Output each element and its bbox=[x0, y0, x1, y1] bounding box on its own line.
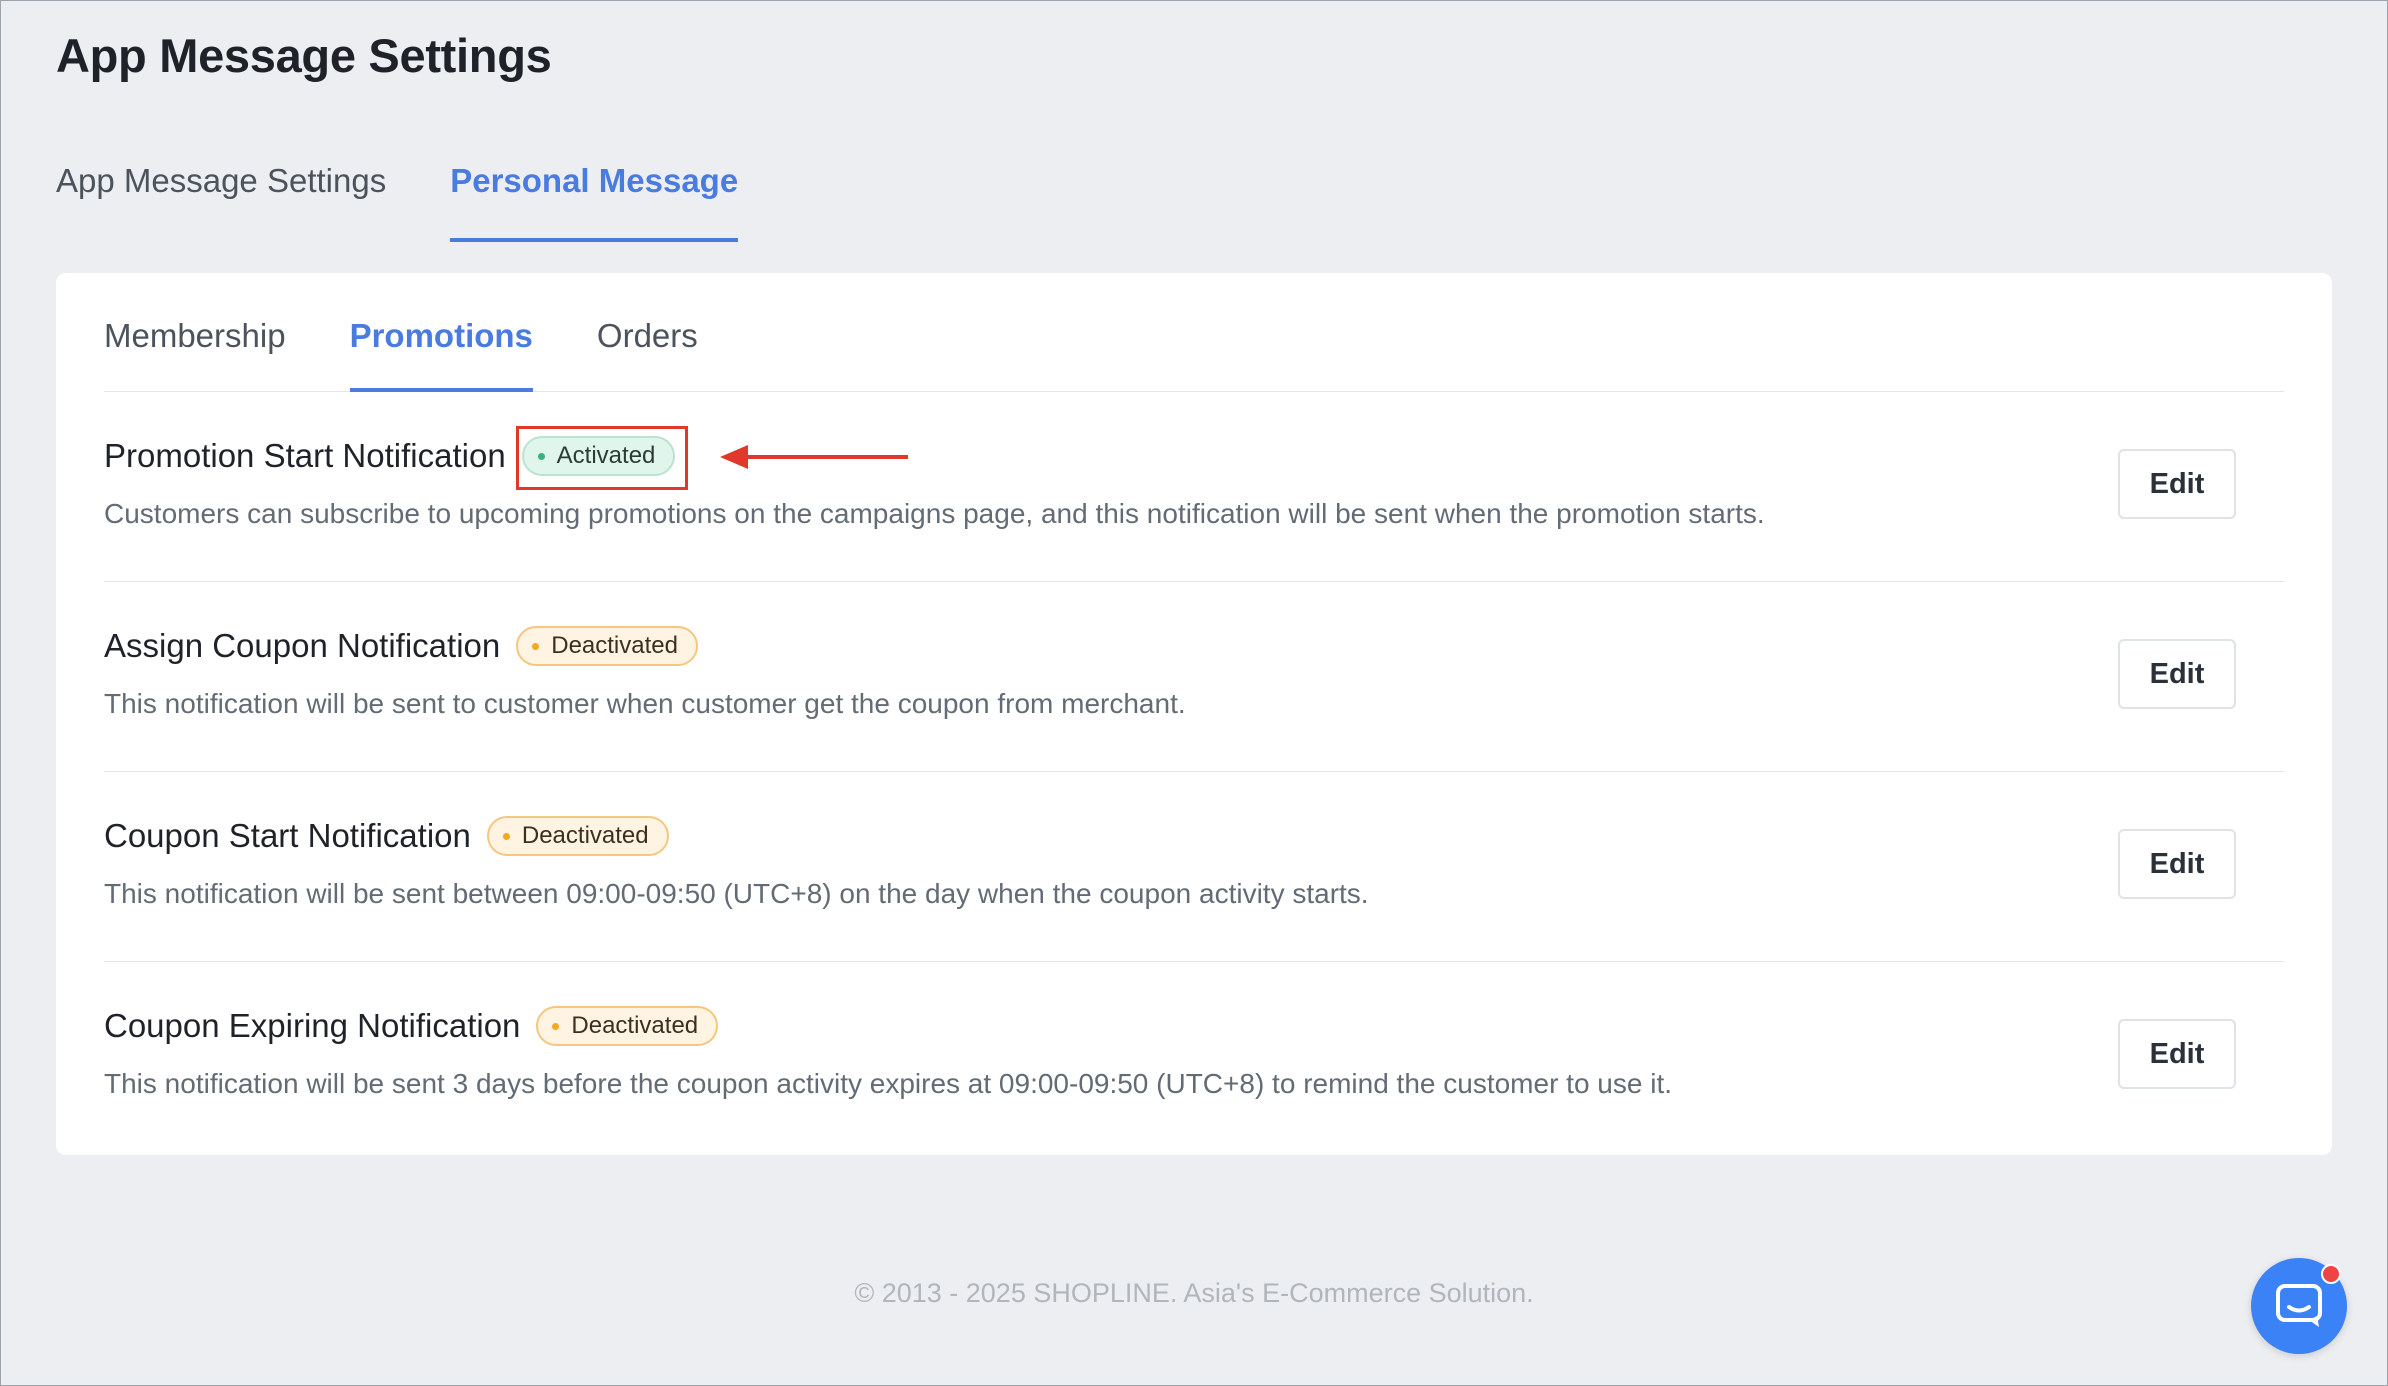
footer-copyright: © 2013 - 2025 SHOPLINE. Asia's E-Commerc… bbox=[854, 1278, 1534, 1308]
status-badge: Deactivated bbox=[536, 1006, 719, 1046]
notification-description: This notification will be sent between 0… bbox=[104, 878, 1369, 909]
notification-title: Promotion Start Notification bbox=[104, 437, 506, 474]
row-header: Assign Coupon Notification Deactivated bbox=[104, 622, 698, 670]
row-header: Coupon Start Notification Deactivated bbox=[104, 812, 669, 860]
top-tab-bar: App Message Settings Personal Message bbox=[56, 158, 802, 242]
sub-tab-bar: Membership Promotions Orders bbox=[104, 313, 2284, 392]
page-title: App Message Settings bbox=[56, 29, 552, 82]
settings-card: Membership Promotions Orders Promotion S… bbox=[56, 273, 2332, 1155]
edit-button[interactable]: Edit bbox=[2118, 1019, 2236, 1089]
notification-list: Promotion Start Notification Activated C… bbox=[104, 392, 2284, 1152]
list-item: Assign Coupon Notification Deactivated T… bbox=[104, 582, 2284, 772]
list-item: Coupon Start Notification Deactivated Th… bbox=[104, 772, 2284, 962]
status-badge: Deactivated bbox=[486, 816, 669, 856]
chat-button[interactable] bbox=[2251, 1258, 2347, 1354]
notification-description: Customers can subscribe to upcoming prom… bbox=[104, 498, 1765, 529]
status-label: Deactivated bbox=[551, 632, 678, 659]
notification-title: Coupon Start Notification bbox=[104, 817, 471, 854]
edit-button[interactable]: Edit bbox=[2118, 639, 2236, 709]
list-item: Coupon Expiring Notification Deactivated… bbox=[104, 962, 2284, 1152]
edit-button[interactable]: Edit bbox=[2118, 829, 2236, 899]
annotation-highlight-box bbox=[516, 426, 688, 490]
status-label: Deactivated bbox=[571, 1012, 699, 1039]
tab-membership[interactable]: Membership bbox=[104, 313, 286, 391]
row-header: Coupon Expiring Notification Deactivated bbox=[104, 1002, 719, 1050]
tab-promotions[interactable]: Promotions bbox=[349, 313, 534, 392]
status-dot-icon bbox=[502, 832, 510, 840]
chat-bubble-icon bbox=[2276, 1284, 2322, 1327]
status-badge: Deactivated bbox=[516, 626, 698, 666]
notification-description: This notification will be sent 3 days be… bbox=[104, 1068, 1673, 1099]
tab-app-message-settings[interactable]: App Message Settings bbox=[56, 158, 386, 242]
arrow-left-icon bbox=[720, 445, 908, 469]
tab-orders[interactable]: Orders bbox=[597, 313, 698, 391]
list-item: Promotion Start Notification Activated C… bbox=[104, 392, 2284, 582]
status-dot-icon bbox=[532, 642, 540, 650]
notification-title: Assign Coupon Notification bbox=[104, 627, 501, 664]
status-dot-icon bbox=[552, 1022, 560, 1030]
edit-button[interactable]: Edit bbox=[2118, 449, 2236, 519]
notification-title: Coupon Expiring Notification bbox=[104, 1007, 521, 1044]
status-label: Deactivated bbox=[521, 822, 649, 849]
tab-personal-message[interactable]: Personal Message bbox=[450, 158, 738, 242]
notification-description: This notification will be sent to custom… bbox=[104, 688, 1186, 719]
notification-dot-icon bbox=[2321, 1264, 2341, 1284]
